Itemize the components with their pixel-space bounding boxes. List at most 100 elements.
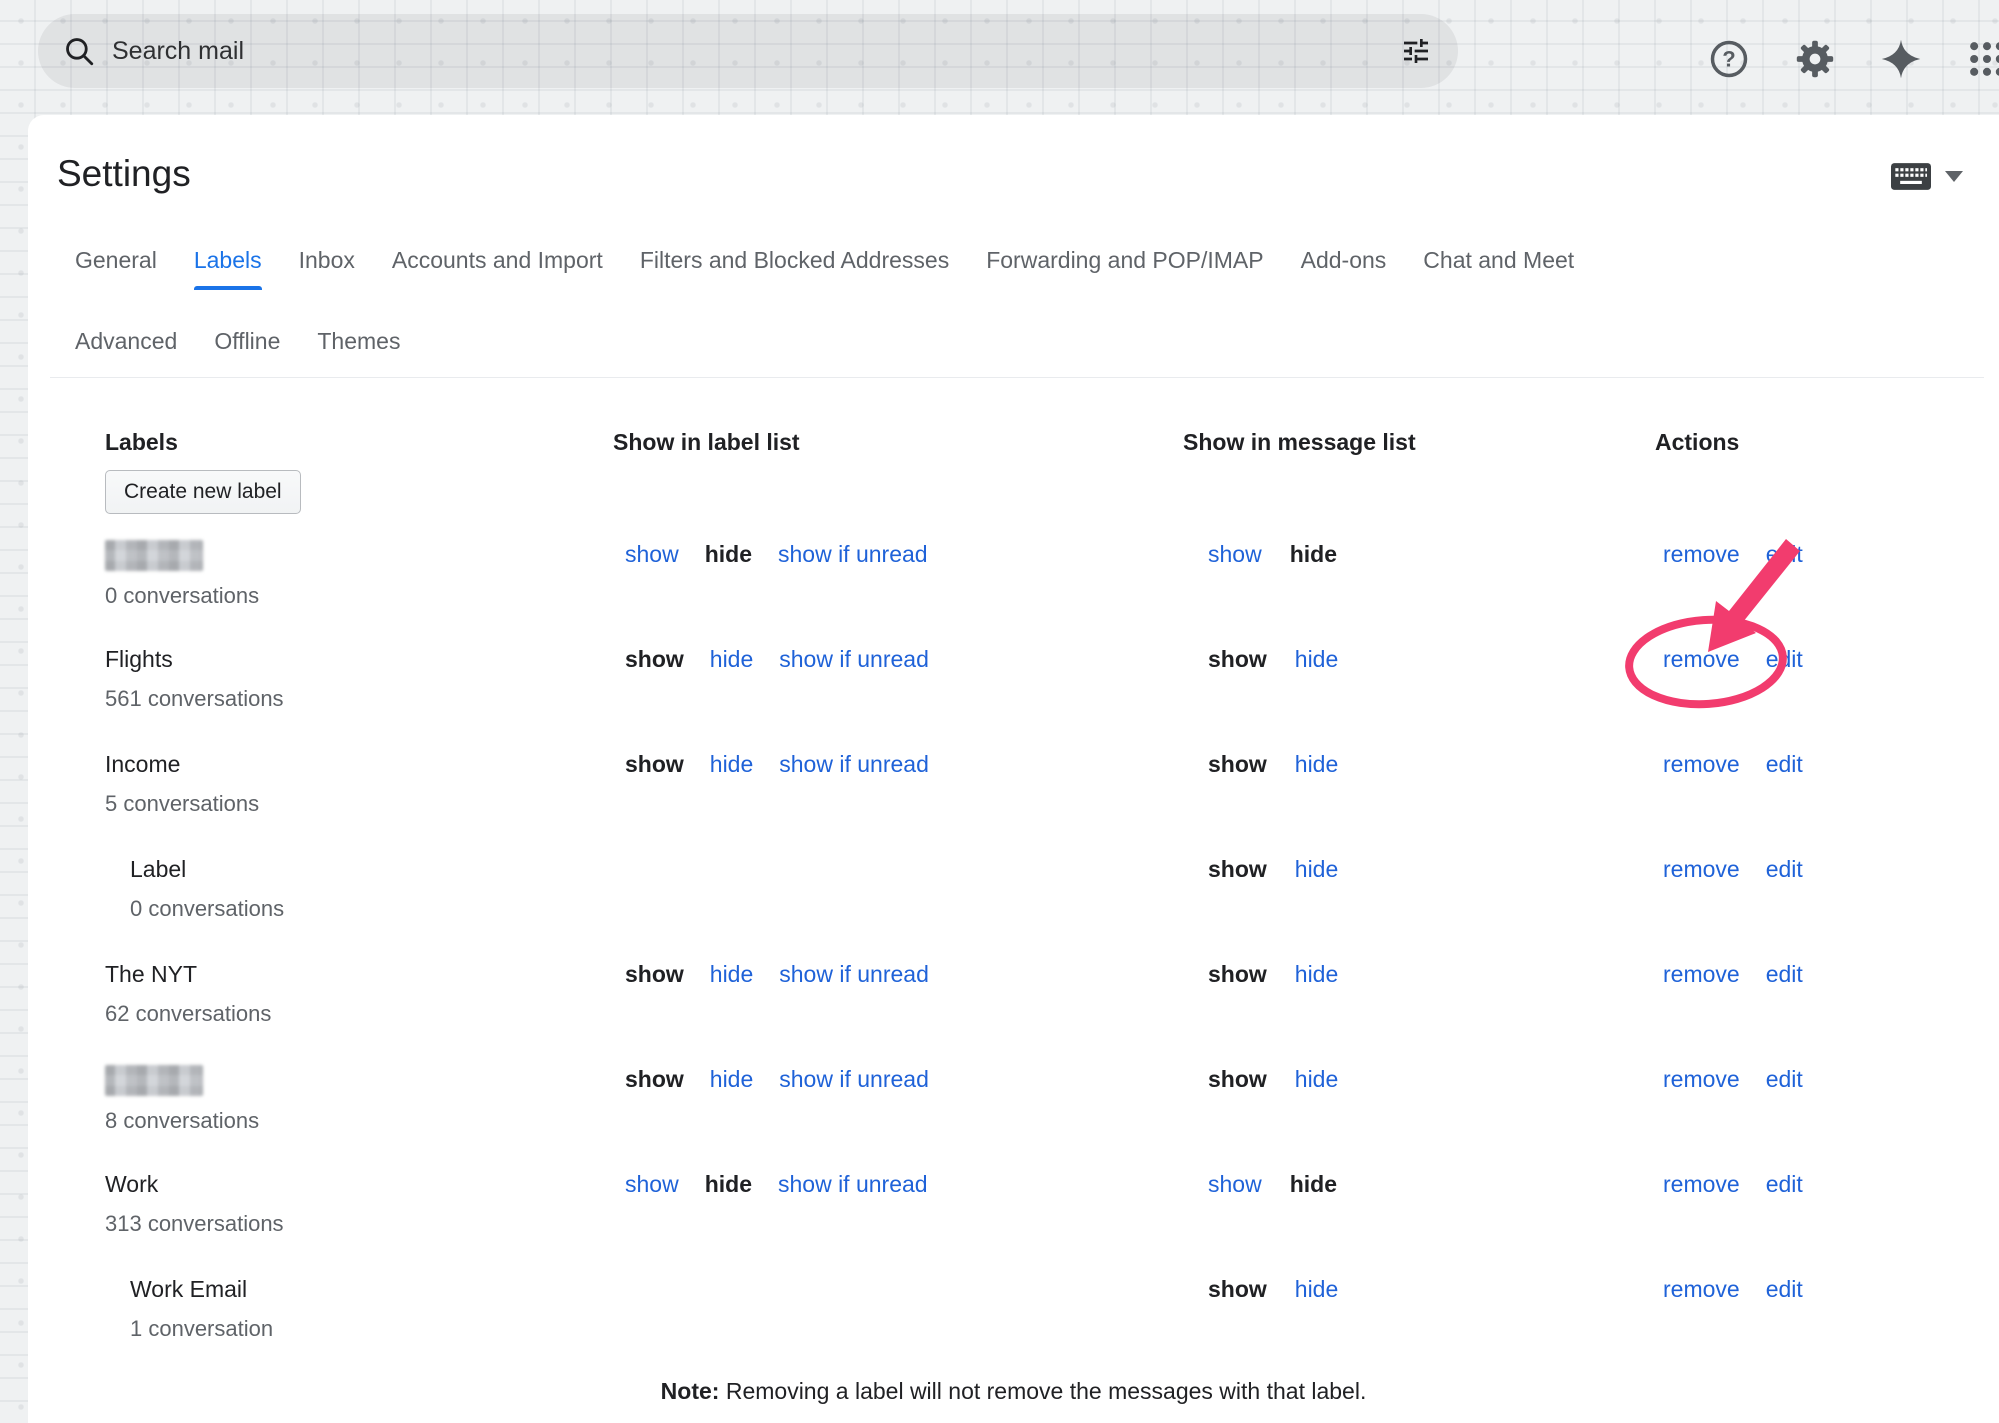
apps-grid-icon[interactable] <box>1964 36 1999 82</box>
show-option: show <box>625 959 684 989</box>
edit-link[interactable]: edit <box>1766 1169 1803 1199</box>
label-cell: The NYT 62 conversations <box>105 959 613 1050</box>
show-option[interactable]: show <box>1208 539 1262 569</box>
remove-link[interactable]: remove <box>1663 1169 1740 1199</box>
show-if-unread-option[interactable]: show if unread <box>778 1169 928 1199</box>
show-if-unread-option[interactable]: show if unread <box>779 1064 929 1094</box>
table-row: Label 0 conversations showhide remove edit <box>105 840 1999 945</box>
show-in-message-list-cell: showhide <box>1183 854 1655 945</box>
show-if-unread-option[interactable]: show if unread <box>779 644 929 674</box>
footer-note: Note: Removing a label will not remove t… <box>28 1378 1999 1405</box>
label-cell: Work Email 1 conversation <box>105 1274 613 1365</box>
gear-icon[interactable] <box>1792 36 1838 82</box>
show-option: show <box>625 1064 684 1094</box>
tab-accounts-and-import[interactable]: Accounts and Import <box>392 247 603 290</box>
conversation-count: 561 conversations <box>105 685 613 713</box>
remove-link[interactable]: remove <box>1663 854 1740 884</box>
tab-labels[interactable]: Labels <box>194 247 262 290</box>
label-name: Work Email <box>130 1274 613 1304</box>
tab-add-ons[interactable]: Add-ons <box>1301 247 1387 290</box>
hide-option[interactable]: hide <box>1295 1064 1338 1094</box>
column-header-show-in-message-list: Show in message list <box>1183 427 1655 457</box>
label-name: The NYT <box>105 959 613 989</box>
edit-link[interactable]: edit <box>1766 539 1803 569</box>
show-option: show <box>625 749 684 779</box>
hide-option[interactable]: hide <box>710 959 753 989</box>
tab-themes[interactable]: Themes <box>317 328 400 355</box>
label-name: Label <box>130 854 613 884</box>
tab-forwarding-and-pop-imap[interactable]: Forwarding and POP/IMAP <box>986 247 1263 290</box>
redacted-label-name <box>105 540 203 571</box>
show-in-label-list-cell <box>613 854 1183 945</box>
show-if-unread-option[interactable]: show if unread <box>779 749 929 779</box>
edit-link[interactable]: edit <box>1766 749 1803 779</box>
conversation-count: 0 conversations <box>130 895 613 923</box>
edit-link[interactable]: edit <box>1766 959 1803 989</box>
labels-table: Labels Show in label list Show in messag… <box>105 427 1999 1365</box>
section-divider <box>50 377 1984 378</box>
show-option: show <box>625 644 684 674</box>
edit-link[interactable]: edit <box>1766 1274 1803 1304</box>
remove-link[interactable]: remove <box>1663 1064 1740 1094</box>
redacted-label-name <box>105 1065 203 1096</box>
actions-cell: remove edit <box>1655 1064 1999 1155</box>
dropdown-arrow-icon[interactable] <box>1945 171 1963 182</box>
tab-advanced[interactable]: Advanced <box>75 328 177 355</box>
table-row: 0 conversationsshowhideshow if unreadsho… <box>105 525 1999 630</box>
remove-link[interactable]: remove <box>1663 1274 1740 1304</box>
show-option[interactable]: show <box>625 1169 679 1199</box>
search-bar <box>38 14 1458 88</box>
show-if-unread-option[interactable]: show if unread <box>779 959 929 989</box>
show-in-label-list-cell: show hide show if unread <box>613 644 1183 735</box>
show-in-label-list-cell: show hide show if unread <box>613 1064 1183 1155</box>
show-option[interactable]: show <box>1208 1169 1262 1199</box>
column-header-actions: Actions <box>1655 427 1999 457</box>
topbar-icon-group: ? <box>1706 36 1999 82</box>
show-in-message-list-cell: showhide <box>1183 1169 1655 1260</box>
actions-cell: remove edit <box>1655 644 1999 735</box>
remove-link[interactable]: remove <box>1663 644 1740 674</box>
tab-filters-and-blocked-addresses[interactable]: Filters and Blocked Addresses <box>640 247 949 290</box>
hide-option[interactable]: hide <box>710 749 753 779</box>
edit-link[interactable]: edit <box>1766 644 1803 674</box>
actions-cell: remove edit <box>1655 1169 1999 1260</box>
hide-option[interactable]: hide <box>1295 959 1338 989</box>
search-icon[interactable] <box>62 34 96 68</box>
tab-general[interactable]: General <box>75 247 157 290</box>
tab-offline[interactable]: Offline <box>214 328 280 355</box>
remove-link[interactable]: remove <box>1663 539 1740 569</box>
label-cell: Work313 conversations <box>105 1169 613 1260</box>
page-title: Settings <box>57 150 1959 198</box>
help-icon[interactable]: ? <box>1706 36 1752 82</box>
tab-inbox[interactable]: Inbox <box>299 247 355 290</box>
hide-option[interactable]: hide <box>710 1064 753 1094</box>
tab-chat-and-meet[interactable]: Chat and Meet <box>1423 247 1574 290</box>
label-name: Income <box>105 749 613 779</box>
conversation-count: 5 conversations <box>105 790 613 818</box>
show-if-unread-option[interactable]: show if unread <box>778 539 928 569</box>
table-row: Income 5 conversations show hide show if unr… <box>105 735 1999 840</box>
show-option: show <box>1208 959 1267 989</box>
table-row: Work Email1 conversationshowhideremoveed… <box>105 1260 1999 1365</box>
show-in-message-list-cell: show hide <box>1183 959 1655 1050</box>
edit-link[interactable]: edit <box>1766 1064 1803 1094</box>
hide-option[interactable]: hide <box>1295 644 1338 674</box>
conversation-count: 1 conversation <box>130 1315 613 1343</box>
label-name <box>105 539 613 571</box>
show-option[interactable]: show <box>625 539 679 569</box>
create-new-label-button[interactable]: Create new label <box>105 470 301 514</box>
hide-option[interactable]: hide <box>710 644 753 674</box>
hide-option[interactable]: hide <box>1295 1274 1338 1304</box>
show-in-label-list-cell: showhideshow if unread <box>613 539 1183 630</box>
edit-link[interactable]: edit <box>1766 854 1803 884</box>
hide-option: hide <box>705 1169 752 1199</box>
remove-link[interactable]: remove <box>1663 749 1740 779</box>
gemini-sparkle-icon[interactable] <box>1878 36 1924 82</box>
remove-link[interactable]: remove <box>1663 959 1740 989</box>
hide-option[interactable]: hide <box>1295 854 1338 884</box>
search-options-tune-icon[interactable] <box>1400 35 1432 67</box>
conversation-count: 62 conversations <box>105 1000 613 1028</box>
search-input[interactable] <box>112 37 1400 66</box>
keyboard-input-tools-icon[interactable] <box>1891 163 1931 190</box>
hide-option[interactable]: hide <box>1295 749 1338 779</box>
